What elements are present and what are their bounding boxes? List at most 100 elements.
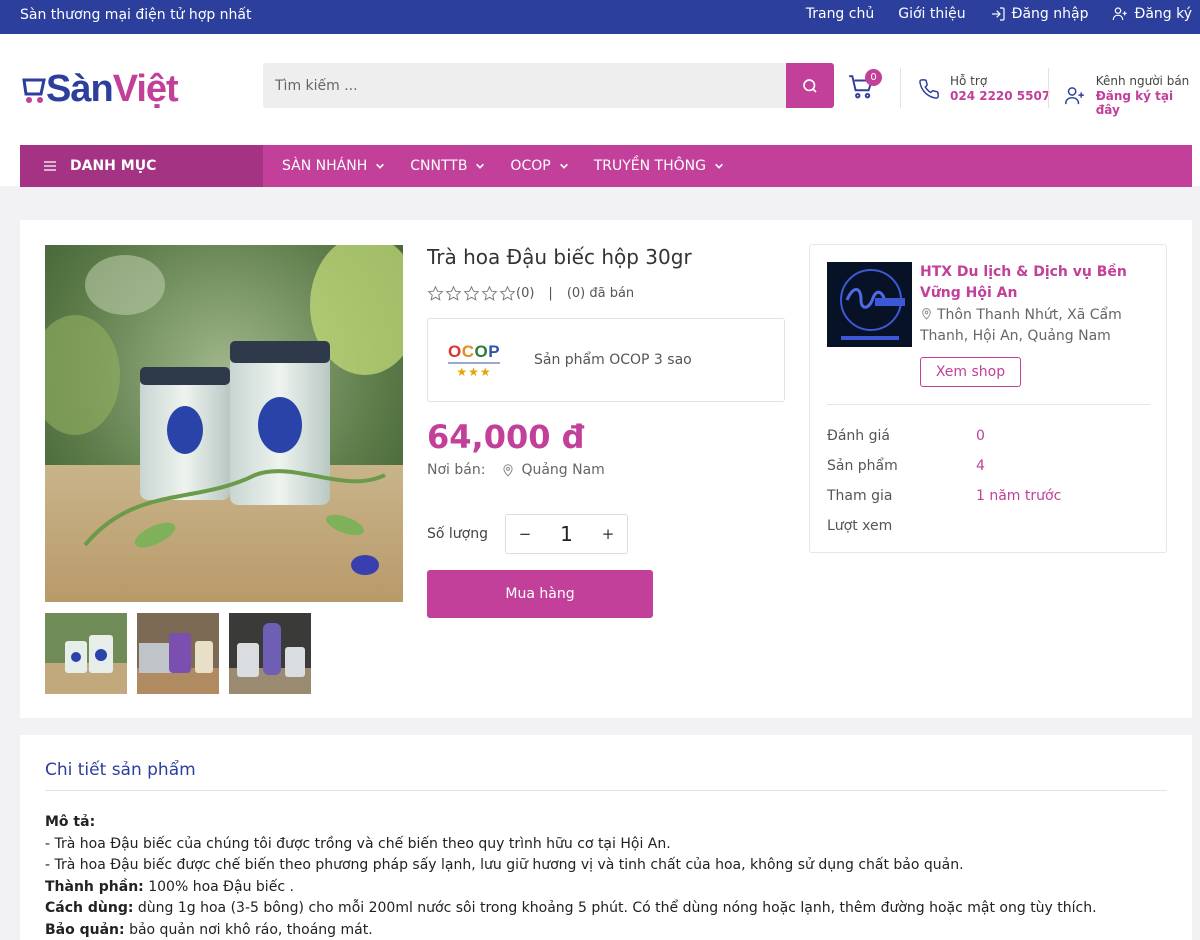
stat-value: 4 [976, 458, 985, 474]
increase-quantity-button[interactable]: + [589, 525, 627, 543]
product-info: Trà hoa Đậu biếc hộp 30gr (0) | (0) đã b… [427, 245, 787, 618]
thumbnail-image [229, 613, 311, 694]
thumbnail-3[interactable] [229, 613, 311, 694]
nav-item-label: CNNTTB [410, 158, 468, 174]
shop-address-text: Thôn Thanh Nhứt, Xã Cẩm Thanh, Hội An, Q… [920, 307, 1122, 344]
map-pin-icon [503, 464, 514, 477]
nav-item-label: TRUYỀN THÔNG [593, 158, 706, 174]
ocop-logo-line [448, 361, 500, 364]
thumbnail-1[interactable] [45, 613, 127, 694]
shop-stat-products: Sản phẩm 4 [827, 451, 1061, 481]
stat-label: Tham gia [827, 488, 893, 504]
stat-value: 0 [976, 428, 985, 444]
product-rating: (0) | (0) đã bán [427, 285, 787, 302]
origin-value: Quảng Nam [521, 462, 605, 478]
star-outline-icon [499, 285, 516, 301]
product-title: Trà hoa Đậu biếc hộp 30gr [427, 245, 692, 269]
usage-line: Cách dùng: dùng 1g hoa (3-5 bông) cho mỗ… [45, 898, 1167, 920]
decrease-quantity-button[interactable]: − [506, 525, 544, 543]
logo-part-san: Sàn [46, 68, 114, 110]
nav-item-ocop[interactable]: OCOP [510, 158, 568, 174]
product-details-card: Chi tiết sản phẩm Mô tả: - Trà hoa Đậu b… [20, 735, 1192, 940]
quantity-stepper: − + [505, 514, 628, 554]
logo-part-viet: Việt [112, 68, 179, 110]
chevron-down-icon [715, 163, 723, 169]
sold-count: (0) đã bán [566, 286, 635, 301]
cart-button[interactable]: 0 [848, 69, 882, 104]
chevron-down-icon [476, 163, 485, 169]
nav-item-label: OCOP [510, 158, 551, 174]
stat-label: Lượt xem [827, 518, 893, 534]
view-shop-button[interactable]: Xem shop [920, 357, 1021, 387]
shop-stat-joined: Tham gia 1 năm trước [827, 481, 1061, 511]
category-menu-button[interactable]: DANH MỤC [20, 145, 263, 187]
register-link[interactable]: Đăng ký [1112, 6, 1192, 22]
search-icon [803, 78, 817, 93]
ocop-logo: OCOP ★★★ [428, 343, 520, 378]
login-link-label: Đăng nhập [1011, 6, 1089, 22]
hotline-phone: 024 2220 5507 [950, 89, 1051, 103]
menu-icon [44, 161, 56, 171]
ingredients-line: Thành phần: 100% hoa Đậu biếc . [45, 877, 1167, 899]
shop-panel: HTX Du lịch & Dịch vụ Bền Vững Hội An Th… [809, 244, 1167, 553]
about-link[interactable]: Giới thiệu [898, 6, 965, 22]
nav-item-san-nhanh[interactable]: SÀN NHÁNH [282, 158, 385, 174]
about-link-label: Giới thiệu [898, 6, 966, 22]
phone-icon [919, 78, 939, 99]
ocop-certificate: OCOP ★★★ Sản phẩm OCOP 3 sao [427, 318, 785, 402]
description-line: - Trà hoa Đậu biếc của chúng tôi được tr… [45, 835, 671, 852]
origin-label: Nơi bán: [427, 462, 486, 478]
shop-stats: Đánh giá 0 Sản phẩm 4 Tham gia 1 năm trước … [827, 421, 1061, 541]
support-hotline[interactable]: Hỗ trợ 024 2220 5507 [918, 74, 1050, 103]
home-link-label: Trang chủ [805, 6, 875, 22]
top-links: Trang chủ Giới thiệu Đăng nhập Đăng ký [806, 6, 1192, 22]
seller-channel-link[interactable]: Kênh người bán Đăng ký tại đây [1064, 74, 1200, 117]
shop-logo-image [827, 262, 912, 347]
rating-stars[interactable] [427, 285, 516, 302]
site-header: SànViệt 0 Hỗ trợ 024 2220 5507 Kênh ngườ… [0, 34, 1200, 187]
thumbnail-strip [45, 613, 311, 694]
hotline-label: Hỗ trợ [950, 74, 988, 88]
thumbnail-2[interactable] [137, 613, 219, 694]
stat-value: 1 năm trước [976, 488, 1062, 504]
shop-name[interactable]: HTX Du lịch & Dịch vụ Bền Vững Hội An [920, 262, 1160, 304]
map-pin-icon [922, 308, 931, 320]
description-label: Mô tả: [45, 814, 96, 830]
category-menu-label: DANH MỤC [70, 158, 157, 174]
chevron-down-icon [559, 163, 568, 169]
shop-logo[interactable] [827, 262, 912, 347]
shop-address: Thôn Thanh Nhứt, Xã Cẩm Thanh, Hội An, Q… [920, 305, 1160, 347]
nav-item-truyen-thong[interactable]: TRUYỀN THÔNG [594, 158, 724, 174]
divider [900, 68, 901, 108]
seller-channel-label: Kênh người bán [1095, 74, 1190, 88]
quantity-input[interactable] [546, 522, 587, 546]
home-link[interactable]: Trang chủ [806, 6, 874, 22]
product-origin: Nơi bán: Quảng Nam [427, 462, 787, 478]
quantity-row: Số lượng − + [427, 514, 787, 554]
product-price: 64,000 đ [427, 418, 585, 456]
description-line: - Trà hoa Đậu biếc được chế biến theo ph… [45, 857, 964, 874]
main-nav: DANH MỤC SÀN NHÁNH CNNTTB OCOP TRUYỀN TH… [20, 145, 1192, 187]
rating-count: (0) [516, 286, 535, 301]
search-bar [263, 63, 834, 108]
nav-item-cnnttb[interactable]: CNNTTB [410, 158, 485, 174]
butterfly-pea-tea-photo [45, 245, 403, 602]
divider [1048, 68, 1049, 108]
product-main-image[interactable] [45, 245, 403, 602]
product-card: Trà hoa Đậu biếc hộp 30gr (0) | (0) đã b… [20, 220, 1192, 718]
usage-text: dùng 1g hoa (3-5 bông) cho mỗi 200ml nướ… [133, 900, 1097, 917]
search-button[interactable] [786, 63, 834, 108]
quantity-label: Số lượng [427, 526, 488, 542]
divider [827, 404, 1150, 405]
search-input[interactable] [263, 63, 786, 108]
buy-button[interactable]: Mua hàng [427, 570, 653, 618]
divider [45, 790, 1167, 791]
login-link[interactable]: Đăng nhập [990, 6, 1089, 22]
site-logo[interactable]: SànViệt [20, 64, 180, 114]
login-icon [991, 7, 1005, 21]
details-body: Mô tả: - Trà hoa Đậu biếc của chúng tôi … [45, 812, 1167, 940]
storage-label: Bảo quản: [45, 921, 125, 938]
ocop-label: Sản phẩm OCOP 3 sao [534, 352, 692, 368]
register-link-label: Đăng ký [1134, 6, 1192, 22]
star-outline-icon [427, 285, 444, 301]
